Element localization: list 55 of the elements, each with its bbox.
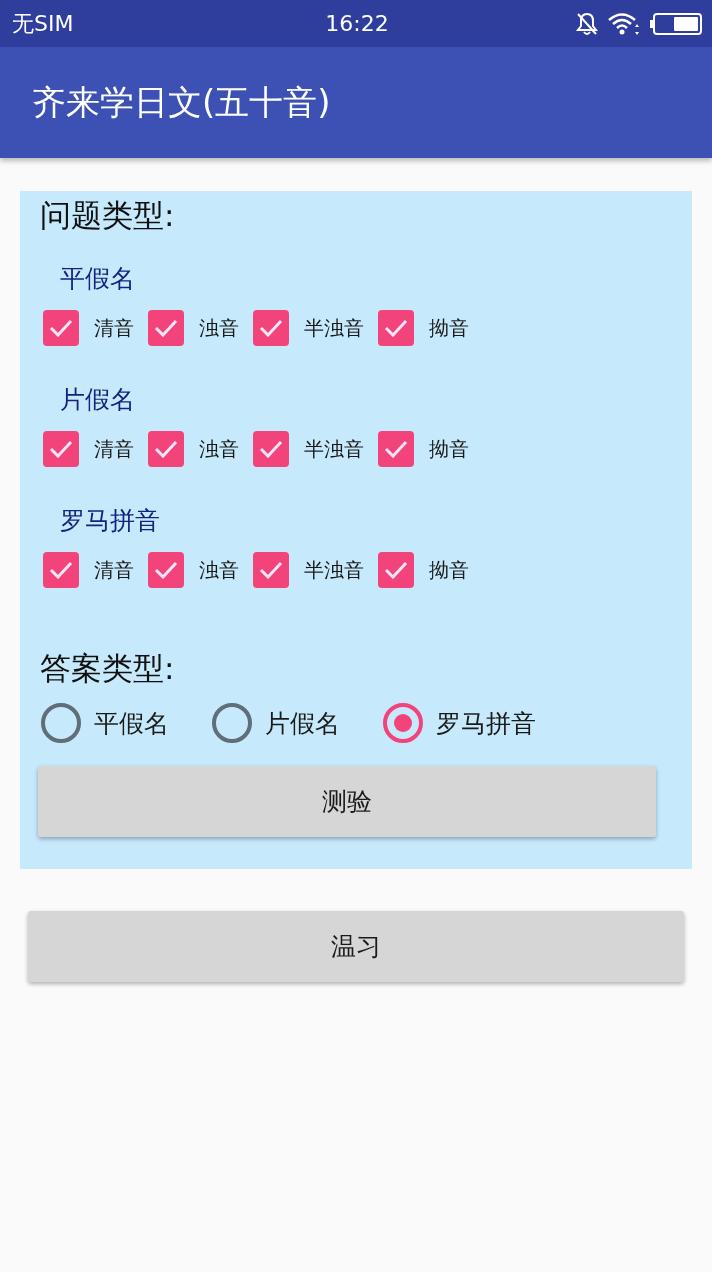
check-icon — [154, 440, 178, 458]
checkbox[interactable] — [148, 310, 184, 346]
checkbox[interactable] — [378, 431, 414, 467]
check-icon — [259, 319, 283, 337]
battery-icon — [650, 12, 702, 35]
check-icon — [49, 440, 73, 458]
radio-label: 罗马拼音 — [436, 707, 536, 740]
check-icon — [384, 319, 408, 337]
group-label: 片假名 — [60, 384, 135, 416]
check-icon — [154, 319, 178, 337]
checkbox[interactable] — [253, 552, 289, 588]
checkbox[interactable] — [378, 552, 414, 588]
group-label: 罗马拼音 — [60, 505, 160, 537]
checkbox-label: 清音 — [94, 314, 134, 342]
check-icon — [384, 561, 408, 579]
group-label: 平假名 — [60, 263, 135, 295]
checkbox-label: 拗音 — [429, 556, 469, 584]
radio-button[interactable] — [41, 703, 81, 743]
check-icon — [154, 561, 178, 579]
checkbox[interactable] — [378, 310, 414, 346]
checkbox[interactable] — [253, 431, 289, 467]
wifi-icon — [608, 11, 640, 36]
radio-label: 平假名 — [94, 707, 169, 740]
checkbox-label: 浊音 — [199, 556, 239, 584]
carrier-text: 无SIM — [12, 9, 75, 38]
answer-type-heading: 答案类型: — [40, 649, 175, 688]
checkbox-label: 浊音 — [199, 435, 239, 463]
check-icon — [259, 440, 283, 458]
checkbox[interactable] — [253, 310, 289, 346]
clock-text: 16:22 — [325, 11, 389, 36]
checkbox[interactable] — [148, 431, 184, 467]
checkbox[interactable] — [43, 310, 79, 346]
quiz-button[interactable]: 测验 — [38, 766, 656, 837]
checkbox[interactable] — [43, 552, 79, 588]
checkbox-label: 半浊音 — [304, 435, 364, 463]
checkbox-label: 清音 — [94, 435, 134, 463]
review-button[interactable]: 温习 — [28, 911, 684, 982]
checkbox-label: 拗音 — [429, 314, 469, 342]
app-title: 齐来学日文(五十音) — [32, 80, 331, 124]
radio-button[interactable] — [212, 703, 252, 743]
checkbox-label: 半浊音 — [304, 556, 364, 584]
radio-label: 片假名 — [265, 707, 340, 740]
radio-button[interactable] — [383, 703, 423, 743]
check-icon — [259, 561, 283, 579]
check-icon — [49, 561, 73, 579]
bell-off-icon — [576, 11, 598, 36]
checkbox-label: 拗音 — [429, 435, 469, 463]
checkbox-label: 半浊音 — [304, 314, 364, 342]
check-icon — [49, 319, 73, 337]
checkbox[interactable] — [148, 552, 184, 588]
checkbox[interactable] — [43, 431, 79, 467]
checkbox-label: 浊音 — [199, 314, 239, 342]
checkbox-label: 清音 — [94, 556, 134, 584]
check-icon — [384, 440, 408, 458]
question-type-heading: 问题类型: — [40, 196, 175, 235]
